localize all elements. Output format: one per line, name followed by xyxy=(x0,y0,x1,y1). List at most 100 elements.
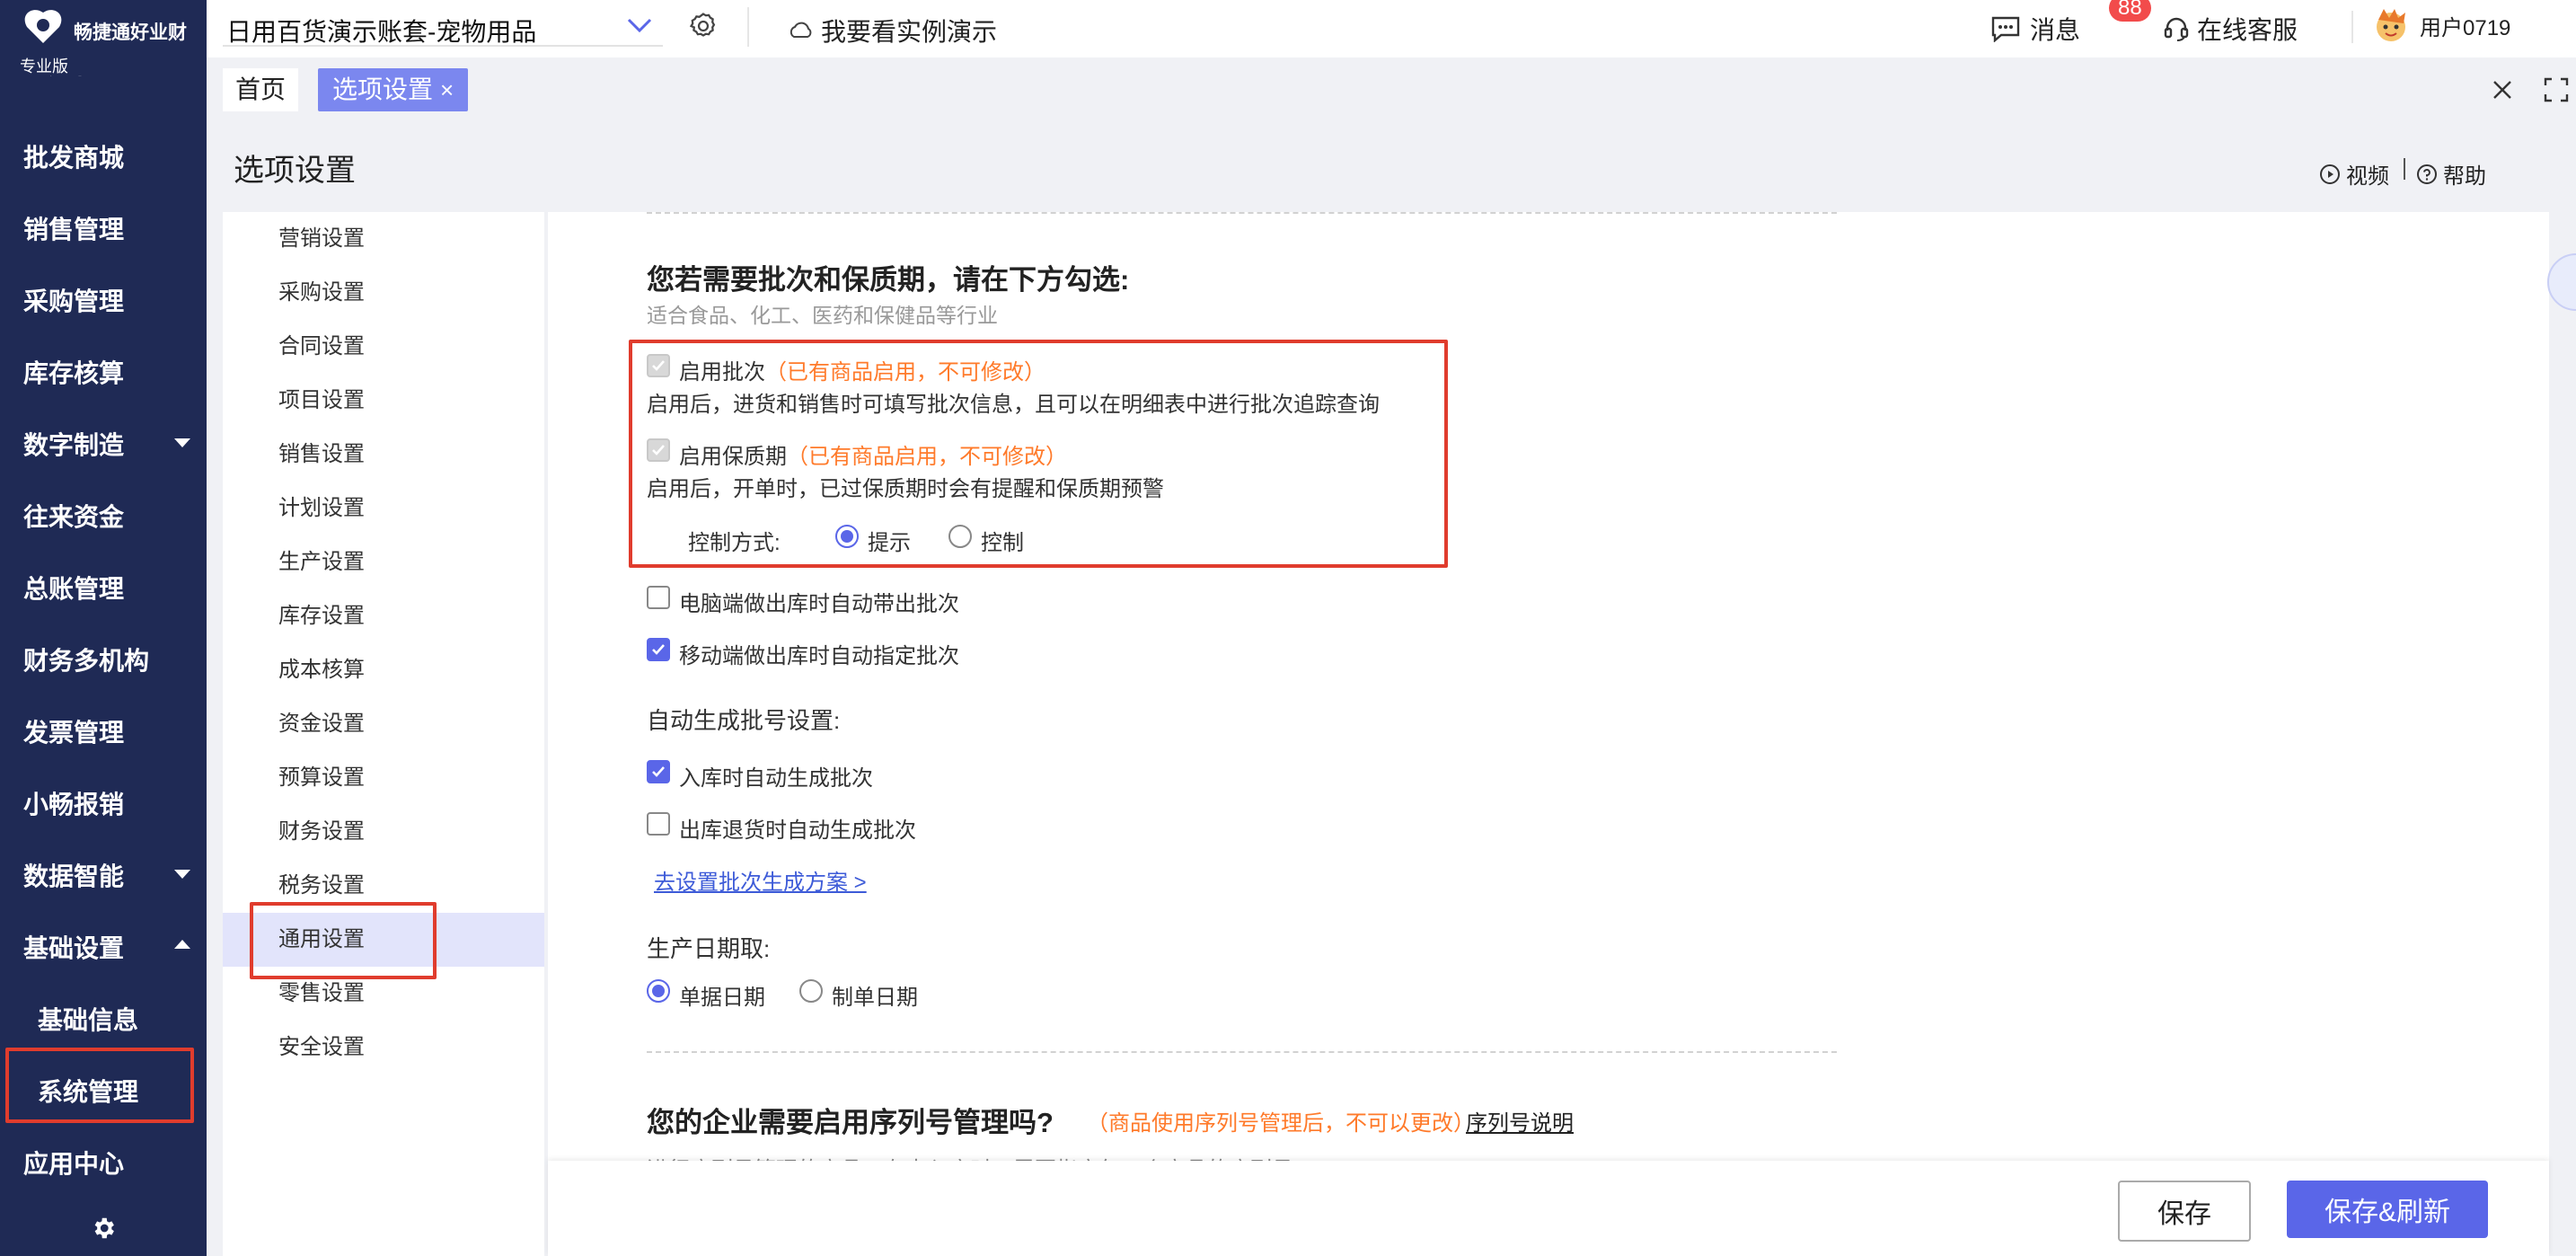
caret-up-icon xyxy=(174,940,190,949)
serial-help-link[interactable]: 序列号说明 xyxy=(1466,1105,1574,1137)
submenu-item-security[interactable]: 安全设置 xyxy=(223,1021,544,1075)
serial-section-title: 您的企业需要启用序列号管理吗? xyxy=(647,1107,1054,1138)
nav-item-basic-settings[interactable]: 基础设置 xyxy=(0,911,207,983)
nav-item-multi-org[interactable]: 财务多机构 xyxy=(0,624,207,695)
demo-link-label: 我要看实例演示 xyxy=(821,18,998,46)
cloud-icon xyxy=(790,22,812,38)
enable-shelf-life-label: 启用保质期 xyxy=(679,445,787,469)
inbound-auto-gen-checkbox[interactable] xyxy=(647,760,670,783)
nav-item-invoice[interactable]: 发票管理 xyxy=(0,695,207,767)
video-link[interactable]: 视频 xyxy=(2319,158,2389,190)
help-label: 帮助 xyxy=(2443,164,2486,189)
prod-date-create-label: 制单日期 xyxy=(832,986,918,1010)
submenu-item-contract[interactable]: 合同设置 xyxy=(223,320,544,374)
submenu-item-funds[interactable]: 资金设置 xyxy=(223,697,544,751)
nav-item-data-intel[interactable]: 数据智能 xyxy=(0,839,207,911)
control-mode-control-label: 控制 xyxy=(981,531,1024,555)
close-icon[interactable] xyxy=(2488,75,2517,104)
auto-gen-title: 自动生成批号设置: xyxy=(647,707,841,734)
settings-icon[interactable] xyxy=(688,11,719,41)
nav-item-purchase[interactable]: 采购管理 xyxy=(0,264,207,336)
checkmark-icon xyxy=(652,644,665,655)
enable-shelf-life-checkbox[interactable] xyxy=(647,438,670,462)
submenu-item-costing[interactable]: 成本核算 xyxy=(223,643,544,697)
nav-label: 发票管理 xyxy=(23,719,125,747)
online-service-button[interactable]: 在线客服 xyxy=(2163,11,2298,47)
submenu-item-finance[interactable]: 财务设置 xyxy=(223,805,544,859)
headset-icon xyxy=(2164,17,2189,41)
submenu-item-budget[interactable]: 预算设置 xyxy=(223,751,544,805)
close-tab-icon[interactable]: × xyxy=(440,68,454,111)
messages-button[interactable]: 消息 xyxy=(1990,11,2080,47)
checkmark-icon xyxy=(652,360,665,371)
nav-item-ledger[interactable]: 总账管理 xyxy=(0,552,207,624)
submenu-item-production[interactable]: 生产设置 xyxy=(223,535,544,589)
nav-label: 数据智能 xyxy=(23,862,125,890)
online-service-label: 在线客服 xyxy=(2197,16,2298,44)
account-selector[interactable]: 日用百货演示账套-宠物用品 xyxy=(223,5,663,47)
nav-item-app-center[interactable]: 应用中心 xyxy=(0,1127,207,1199)
nav-item-wholesale[interactable]: 批发商城 xyxy=(0,120,207,192)
messages-label: 消息 xyxy=(2030,16,2081,44)
submenu-item-project[interactable]: 项目设置 xyxy=(223,374,544,428)
nav-label: 财务多机构 xyxy=(23,647,150,675)
enable-batch-checkbox[interactable] xyxy=(647,354,670,377)
highlight-box-general-settings xyxy=(250,902,437,979)
pc-auto-batch-checkbox[interactable] xyxy=(647,586,670,609)
submenu-item-marketing[interactable]: 营销设置 xyxy=(223,212,544,266)
serial-section-note: （商品使用序列号管理后，不可以更改） xyxy=(1087,1111,1475,1136)
save-button[interactable]: 保存 xyxy=(2118,1181,2251,1242)
enable-shelf-life-desc: 启用后，开单时，已过保质期时会有提醒和保质期预警 xyxy=(647,477,1164,501)
fullscreen-icon[interactable] xyxy=(2542,75,2571,104)
prod-date-doc-label: 单据日期 xyxy=(679,986,765,1010)
submenu-item-plan[interactable]: 计划设置 xyxy=(223,482,544,535)
settings-content: 您若需要批次和保质期，请在下方勾选: 适合食品、化工、医药和保健品等行业 启用批… xyxy=(548,212,2549,1256)
chevron-down-icon xyxy=(627,18,652,33)
enable-batch-row: 启用批次（已有商品启用，不可修改） xyxy=(679,354,1045,385)
nav-item-funds[interactable]: 往来资金 xyxy=(0,480,207,552)
save-refresh-button[interactable]: 保存&刷新 xyxy=(2287,1181,2488,1238)
enable-shelf-life-note: （已有商品启用，不可修改） xyxy=(787,445,1067,469)
mobile-auto-batch-label: 移动端做出库时自动指定批次 xyxy=(679,644,959,668)
caret-down-icon xyxy=(174,438,190,447)
submenu-item-purchase[interactable]: 采购设置 xyxy=(223,266,544,320)
edition-label: 专业版 xyxy=(20,57,68,75)
mobile-auto-batch-checkbox[interactable] xyxy=(647,638,670,661)
control-mode-prompt-radio[interactable] xyxy=(835,525,859,548)
tab-options-settings[interactable]: 选项设置 × xyxy=(318,68,469,111)
prod-date-doc-radio[interactable] xyxy=(647,979,670,1003)
enable-batch-desc: 启用后，进货和销售时可填写批次信息，且可以在明细表中进行批次追踪查询 xyxy=(647,393,1380,417)
help-link[interactable]: 帮助 xyxy=(2416,158,2486,190)
nav-item-expense[interactable]: 小畅报销 xyxy=(0,767,207,839)
control-mode-control-radio[interactable] xyxy=(948,525,972,548)
batch-scheme-link[interactable]: 去设置批次生成方案 > xyxy=(654,864,867,896)
avatar xyxy=(2377,9,2405,41)
submenu-item-sales[interactable]: 销售设置 xyxy=(223,428,544,482)
nav-item-basic-info[interactable]: 基础信息 xyxy=(0,983,207,1055)
nav-label: 小畅报销 xyxy=(23,791,125,818)
chat-icon xyxy=(1991,16,2020,42)
user-menu[interactable]: 用户0719 xyxy=(2371,5,2510,45)
nav-item-inventory[interactable]: 库存核算 xyxy=(0,336,207,408)
brand-name: 畅捷通好业财 xyxy=(74,22,187,43)
return-auto-gen-checkbox[interactable] xyxy=(647,812,670,836)
floating-assistant-icon[interactable] xyxy=(2547,253,2576,311)
control-mode-prompt-label: 提示 xyxy=(868,531,911,555)
prod-date-create-radio[interactable] xyxy=(799,979,823,1003)
nav-label: 基础信息 xyxy=(38,1006,139,1034)
nav-item-manufacturing[interactable]: 数字制造 xyxy=(0,408,207,480)
options-submenu: 营销设置 采购设置 合同设置 项目设置 销售设置 计划设置 生产设置 库存设置 … xyxy=(223,212,544,1256)
section-divider xyxy=(647,1051,1837,1053)
enable-batch-note: （已有商品启用，不可修改） xyxy=(765,360,1045,385)
gear-icon[interactable] xyxy=(90,1215,117,1242)
tab-home[interactable]: 首页 xyxy=(223,68,299,111)
submenu-item-inventory[interactable]: 库存设置 xyxy=(223,589,544,643)
nav-label: 数字制造 xyxy=(23,431,125,459)
tab-bar: 首页 选项设置 × xyxy=(207,57,2576,122)
nav-item-sales[interactable]: 销售管理 xyxy=(0,192,207,264)
enable-batch-label: 启用批次 xyxy=(679,360,765,385)
nav-label: 往来资金 xyxy=(23,503,125,531)
demo-link[interactable]: 我要看实例演示 xyxy=(787,13,997,49)
enable-shelf-life-row: 启用保质期（已有商品启用，不可修改） xyxy=(679,438,1067,470)
pc-auto-batch-label: 电脑端做出库时自动带出批次 xyxy=(679,592,959,616)
